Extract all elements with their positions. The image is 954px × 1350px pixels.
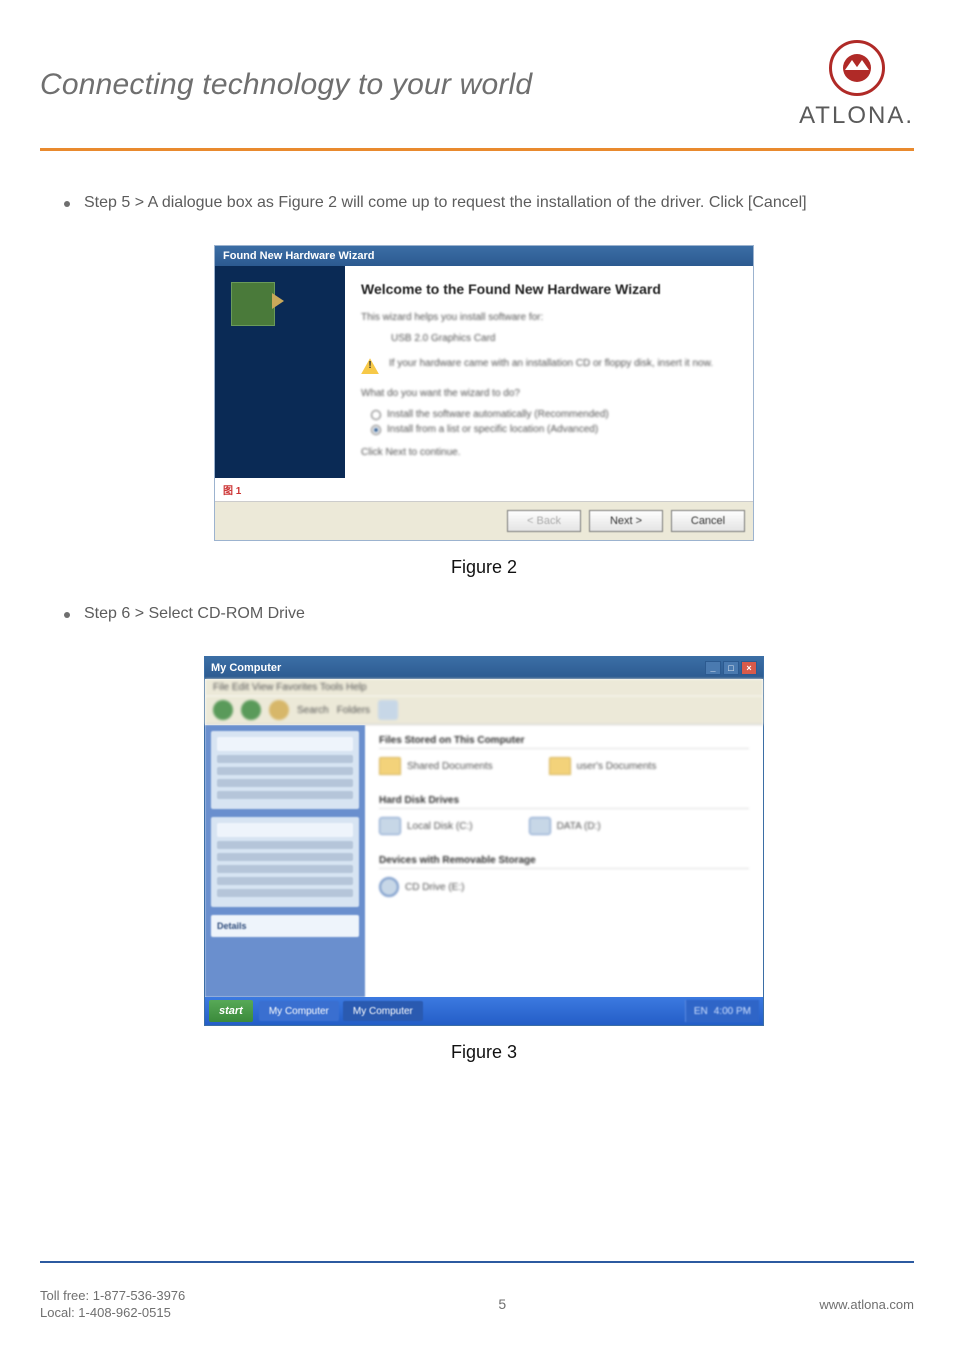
taskbar[interactable]: start My Computer My Computer EN 4:00 PM	[205, 997, 763, 1025]
step5-text: Step 5 > A dialogue box as Figure 2 will…	[84, 191, 807, 215]
wizard-back-button[interactable]: < Back	[507, 510, 581, 532]
list-item[interactable]: CD Drive (E:)	[379, 877, 464, 897]
figure2-caption: Figure 2	[451, 557, 517, 578]
side-panel-details: Details	[217, 921, 353, 931]
section-hdd: Hard Disk Drives	[379, 795, 749, 809]
folder-icon	[549, 757, 571, 775]
item-label: Local Disk (C:)	[407, 821, 473, 832]
page-number: 5	[498, 1296, 506, 1312]
warning-icon	[361, 358, 379, 374]
wizard-cancel-button[interactable]: Cancel	[671, 510, 745, 532]
item-label: user's Documents	[577, 761, 657, 772]
up-icon[interactable]	[269, 700, 289, 720]
tray-time: 4:00 PM	[714, 1006, 751, 1017]
figure-tag: 图 1	[215, 478, 753, 501]
tray-lang: EN	[694, 1006, 708, 1017]
side-panel-header-2	[217, 823, 353, 837]
explorer-content: Files Stored on This Computer Shared Doc…	[365, 725, 763, 997]
explorer-side-panel: Details	[205, 725, 365, 997]
views-icon[interactable]	[378, 700, 398, 720]
wizard-line1: This wizard helps you install software f…	[361, 312, 737, 323]
disk-icon	[529, 817, 551, 835]
disk-icon	[379, 817, 401, 835]
wizard-continue: Click Next to continue.	[361, 447, 737, 458]
toolbar-search-label[interactable]: Search	[297, 705, 329, 716]
taskbar-task[interactable]: My Computer	[343, 1001, 423, 1021]
wizard-device: USB 2.0 Graphics Card	[391, 333, 737, 344]
section-removable: Devices with Removable Storage	[379, 855, 749, 869]
list-item[interactable]: Shared Documents	[379, 757, 493, 775]
list-item[interactable]: DATA (D:)	[529, 817, 601, 835]
forward-icon[interactable]	[241, 700, 261, 720]
start-button[interactable]: start	[209, 1000, 253, 1022]
explorer-toolbar[interactable]: Search Folders	[205, 696, 763, 725]
wizard-next-button[interactable]: Next >	[589, 510, 663, 532]
radio-list-label: Install from a list or specific location…	[387, 424, 598, 435]
side-panel-header-1	[217, 737, 353, 751]
taskbar-task[interactable]: My Computer	[259, 1001, 339, 1021]
radio-auto-label: Install the software automatically (Reco…	[387, 409, 609, 420]
footer-divider	[40, 1261, 914, 1263]
minimize-icon[interactable]: _	[705, 661, 721, 675]
item-label: CD Drive (E:)	[405, 882, 464, 893]
system-tray[interactable]: EN 4:00 PM	[685, 1000, 759, 1022]
footer-local: Local: 1-408-962-0515	[40, 1304, 185, 1322]
bullet-icon	[64, 201, 70, 207]
list-item[interactable]: user's Documents	[549, 757, 657, 775]
footer-tollfree: Toll free: 1-877-536-3976	[40, 1287, 185, 1305]
footer-url: www.atlona.com	[819, 1297, 914, 1312]
hardware-icon	[231, 282, 275, 326]
step6-text: Step 6 > Select CD-ROM Drive	[84, 602, 305, 626]
explorer-title: My Computer	[211, 662, 281, 674]
maximize-icon[interactable]: □	[723, 661, 739, 675]
wizard-titlebar: Found New Hardware Wizard	[215, 246, 753, 266]
radio-list[interactable]	[371, 425, 381, 435]
close-icon[interactable]: ×	[741, 661, 757, 675]
wizard-dialog: Found New Hardware Wizard Welcome to the…	[214, 245, 754, 541]
wizard-heading: Welcome to the Found New Hardware Wizard	[361, 280, 737, 298]
toolbar-folders-label[interactable]: Folders	[337, 705, 370, 716]
wizard-side-graphic	[215, 266, 345, 478]
brand-wordmark: ATLONA.	[799, 102, 914, 130]
item-label: Shared Documents	[407, 761, 493, 772]
tagline: Connecting technology to your world	[40, 68, 532, 102]
back-icon[interactable]	[213, 700, 233, 720]
explorer-window: My Computer _ □ × File Edit View Favorit…	[204, 656, 764, 1026]
wizard-warn-text: If your hardware came with an installati…	[389, 358, 713, 369]
section-files: Files Stored on This Computer	[379, 735, 749, 749]
wizard-question: What do you want the wizard to do?	[361, 388, 737, 399]
bullet-icon	[64, 612, 70, 618]
folder-icon	[379, 757, 401, 775]
brand-logo: ATLONA.	[799, 40, 914, 130]
list-item[interactable]: Local Disk (C:)	[379, 817, 473, 835]
explorer-menubar[interactable]: File Edit View Favorites Tools Help	[205, 679, 763, 696]
figure3-caption: Figure 3	[451, 1042, 517, 1063]
logo-icon	[829, 40, 885, 96]
radio-auto[interactable]	[371, 410, 381, 420]
item-label: DATA (D:)	[557, 821, 601, 832]
footer-phones: Toll free: 1-877-536-3976 Local: 1-408-9…	[40, 1287, 185, 1322]
cd-icon	[379, 877, 399, 897]
